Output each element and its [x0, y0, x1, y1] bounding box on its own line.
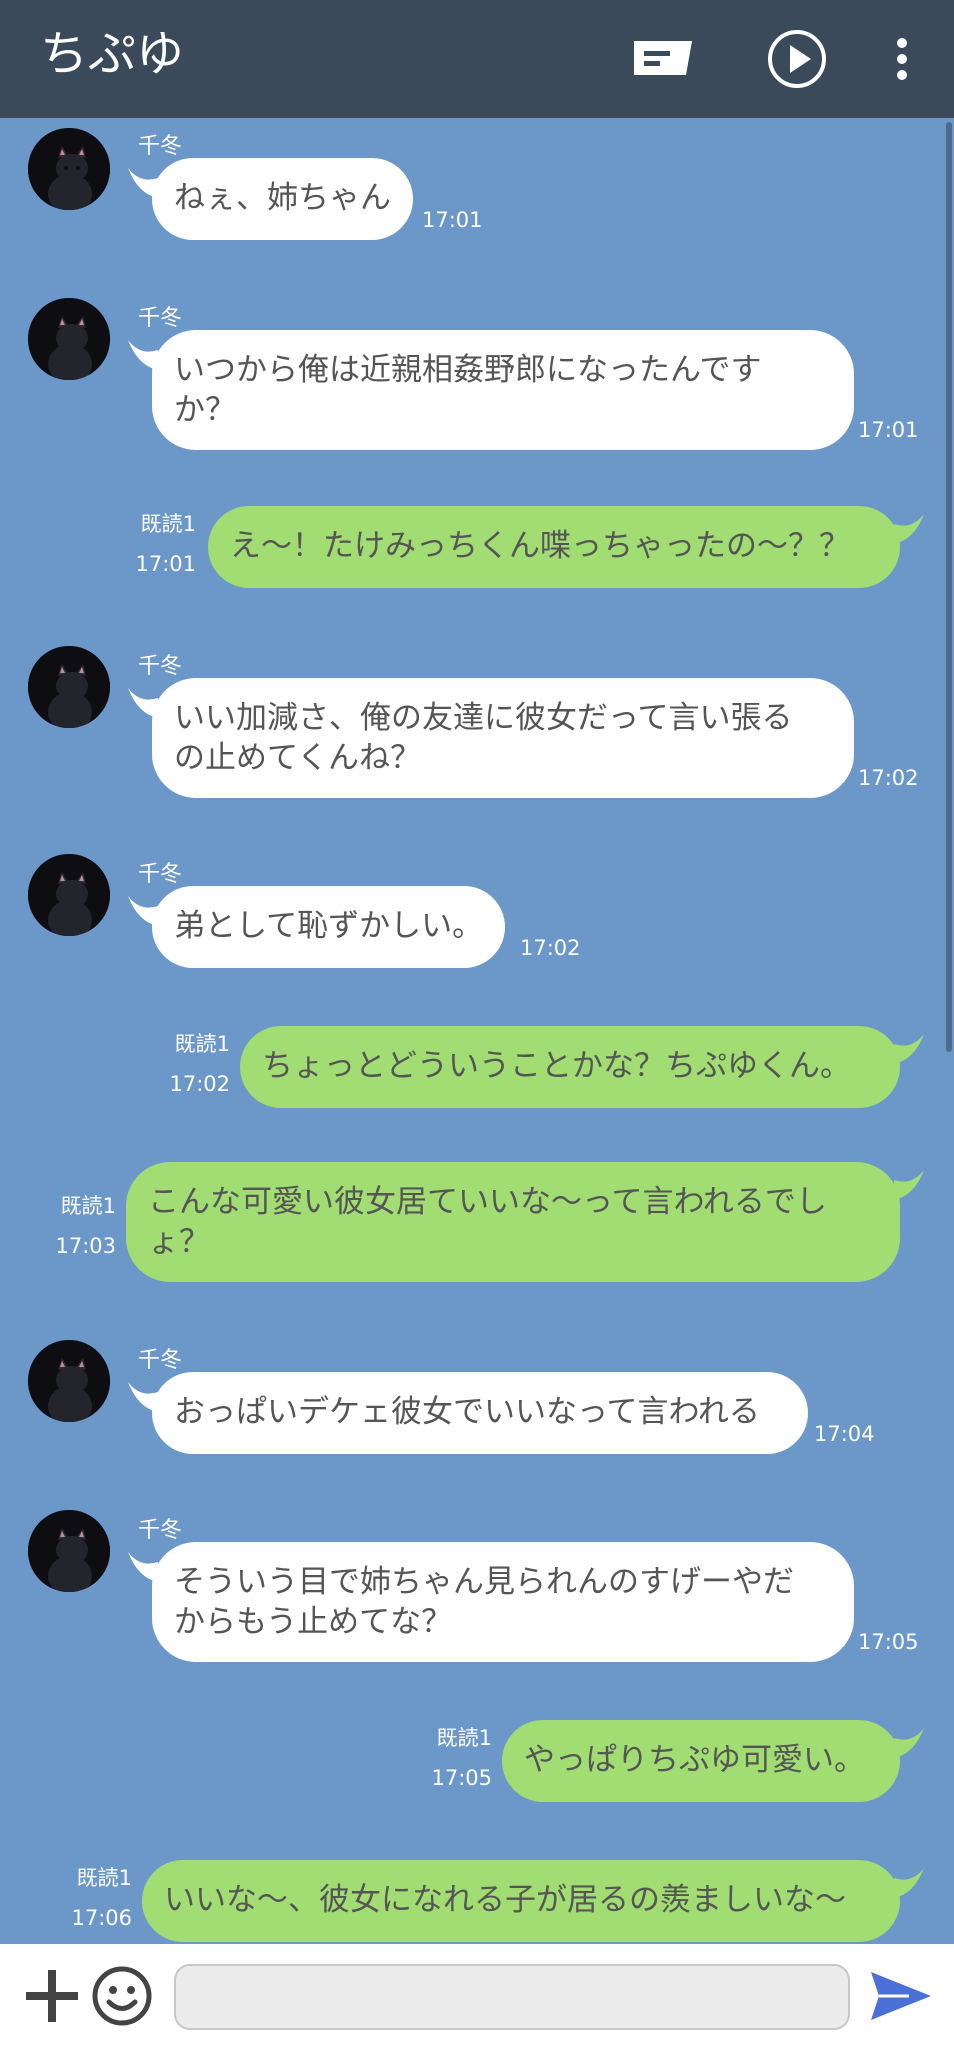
message-bubble[interactable]: いつから俺は近親相姦野郎になったんです か？: [152, 330, 854, 450]
avatar[interactable]: [28, 1340, 110, 1422]
sender-name: 千冬: [138, 134, 183, 159]
message-input-bar: [0, 1944, 954, 2048]
message-bubble[interactable]: いい加減さ、俺の友達に彼女だって言い張る の止めてくんね？: [152, 678, 854, 798]
sender-name: 千冬: [138, 862, 183, 887]
message-text-line: ょ？: [148, 1224, 210, 1260]
timestamp: 17:01: [135, 552, 196, 576]
message-bubble[interactable]: こんな可愛い彼女居ていいな〜って言われるでし ょ？: [126, 1162, 900, 1282]
read-receipt: 既読1 17:03: [36, 1186, 116, 1266]
timestamp: 17:03: [55, 1234, 116, 1258]
send-icon[interactable]: [866, 1966, 936, 2026]
read-receipt: 既読1 17:01: [120, 504, 196, 584]
list-icon[interactable]: [630, 26, 696, 92]
cat-avatar-icon: [28, 854, 110, 936]
cat-avatar-icon: [28, 646, 110, 728]
timestamp: 17:01: [422, 208, 483, 232]
sender-name: 千冬: [138, 1518, 183, 1543]
read-receipt: 既読1 17:06: [50, 1858, 132, 1938]
chat-area: 千冬 ねぇ、姉ちゃん 17:01 千冬 いつから俺は近親相姦野郎になったんです …: [0, 118, 954, 1944]
message-text: ねぇ、姉ちゃん: [174, 180, 391, 216]
cat-avatar-icon: [28, 298, 110, 380]
timestamp: 17:06: [71, 1906, 132, 1930]
message-bubble[interactable]: やっぱりちぷゆ可愛い。: [502, 1720, 900, 1802]
timestamp: 17:02: [169, 1072, 230, 1096]
plus-icon[interactable]: [22, 1966, 82, 2026]
message-text-line: そういう目で姉ちゃん見られんのすげーやだ: [174, 1564, 794, 1600]
bubble-tail: [894, 1728, 924, 1758]
bubble-tail: [894, 1034, 924, 1064]
avatar[interactable]: [28, 298, 110, 380]
message-text-line: からもう止めてな？: [174, 1604, 453, 1640]
timestamp: 17:02: [858, 766, 919, 790]
message-text-line: こんな可愛い彼女居ていいな〜って言われるでし: [148, 1184, 827, 1220]
message-text: 弟として恥ずかしい。: [174, 908, 484, 944]
timestamp: 17:02: [520, 936, 581, 960]
timestamp: 17:04: [814, 1422, 875, 1446]
emoji-icon[interactable]: [90, 1964, 154, 2028]
message-bubble[interactable]: え〜！たけみっちくん喋っちゃったの〜？？: [208, 506, 900, 588]
timestamp: 17:05: [858, 1630, 919, 1654]
message-input[interactable]: [174, 1964, 850, 2030]
message-text: え〜！たけみっちくん喋っちゃったの〜？？: [230, 528, 850, 564]
cat-avatar-icon: [28, 1510, 110, 1592]
avatar[interactable]: [28, 646, 110, 728]
bubble-tail: [894, 514, 924, 544]
message-text: やっぱりちぷゆ可愛い。: [524, 1742, 865, 1778]
message-text-line: いい加減さ、俺の友達に彼女だって言い張る: [174, 700, 793, 736]
cat-avatar-icon: [28, 1340, 110, 1422]
chat-header: ちぷゆ: [0, 0, 954, 118]
message-text: おっぱいデケェ彼女でいいなって言われる: [174, 1394, 760, 1430]
message-bubble[interactable]: 弟として恥ずかしい。: [152, 886, 506, 968]
avatar[interactable]: [28, 1510, 110, 1592]
message-text-line: いつから俺は近親相姦野郎になったんです: [174, 352, 762, 388]
more-vertical-icon[interactable]: [872, 26, 932, 92]
avatar[interactable]: [28, 128, 110, 210]
sender-name: 千冬: [138, 1348, 183, 1373]
timestamp: 17:01: [858, 418, 919, 442]
message-text-line: か？: [174, 392, 236, 428]
message-bubble[interactable]: ねぇ、姉ちゃん: [152, 158, 413, 240]
message-bubble[interactable]: おっぱいデケェ彼女でいいなって言われる: [152, 1372, 808, 1454]
message-bubble[interactable]: そういう目で姉ちゃん見られんのすげーやだ からもう止めてな？: [152, 1542, 854, 1662]
timestamp: 17:05: [431, 1766, 492, 1790]
read-receipt: 既読1 17:05: [410, 1718, 492, 1798]
bubble-tail: [894, 1170, 924, 1200]
play-icon[interactable]: [764, 26, 830, 92]
message-text-line: の止めてくんね？: [174, 740, 422, 776]
message-text: いいな〜、彼女になれる子が居るの羨ましいな〜: [164, 1882, 846, 1918]
bubble-tail: [894, 1868, 924, 1898]
message-text: ちょっとどういうことかな？ちぷゆくん。: [262, 1048, 851, 1084]
chat-scrollbar[interactable]: [946, 122, 952, 1052]
chat-title: ちぷゆ: [40, 26, 185, 82]
avatar[interactable]: [28, 854, 110, 936]
sender-name: 千冬: [138, 306, 183, 331]
cat-avatar-icon: [28, 128, 110, 210]
sender-name: 千冬: [138, 654, 183, 679]
read-receipt: 既読1 17:02: [150, 1024, 230, 1104]
message-bubble[interactable]: ちょっとどういうことかな？ちぷゆくん。: [240, 1026, 900, 1108]
message-bubble[interactable]: いいな〜、彼女になれる子が居るの羨ましいな〜: [142, 1860, 900, 1942]
